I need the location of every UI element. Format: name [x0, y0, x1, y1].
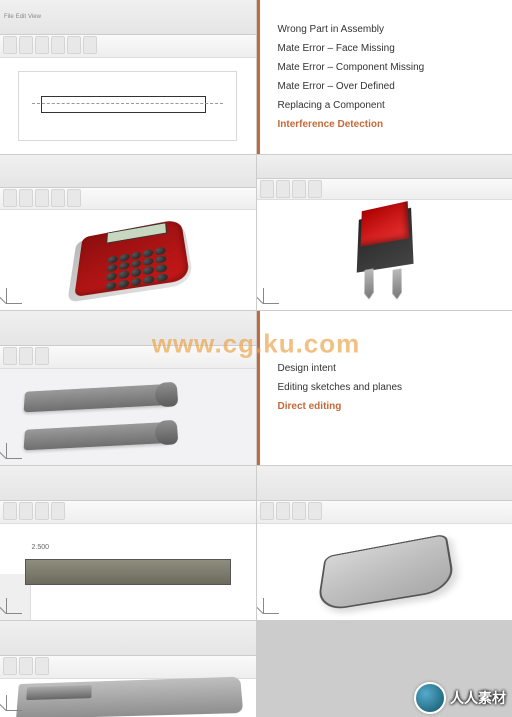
lid-model: [316, 534, 456, 613]
switch-rocker: [361, 201, 410, 247]
switch-terminal: [365, 268, 374, 300]
panel-lid: [257, 466, 512, 620]
ribbon-button[interactable]: [260, 502, 274, 520]
ribbon[interactable]: [0, 501, 256, 524]
slide-line: Design intent: [278, 363, 501, 374]
ribbon-button[interactable]: [3, 502, 17, 520]
ribbon-button[interactable]: [51, 36, 65, 54]
ribbon[interactable]: [257, 501, 512, 524]
slide-line: Wrong Part in Assembly: [278, 24, 501, 35]
ribbon-button[interactable]: [292, 180, 306, 198]
ribbon-button[interactable]: [292, 502, 306, 520]
drawing-sheet: [18, 71, 237, 140]
ribbon-button[interactable]: [19, 36, 33, 54]
ribbon[interactable]: [0, 35, 256, 58]
slide-line: Mate Error – Over Defined: [278, 81, 501, 92]
footer-logo: 人人素材: [414, 682, 506, 714]
ribbon-button[interactable]: [260, 180, 274, 198]
switch-terminal: [393, 268, 402, 300]
ribbon[interactable]: [257, 179, 512, 200]
ribbon-button[interactable]: [35, 502, 49, 520]
ribbon-button[interactable]: [19, 347, 33, 365]
panel-straps: [0, 311, 256, 465]
menu-bar[interactable]: [0, 621, 256, 656]
menu-file[interactable]: File: [4, 14, 14, 20]
menu-bar[interactable]: [257, 466, 512, 501]
calculator-model: [63, 210, 193, 310]
ribbon-button[interactable]: [35, 36, 49, 54]
triad-icon: [263, 284, 283, 304]
strap-model: [23, 386, 180, 410]
panel-slide-designintent: Design intent Editing sketches and plane…: [257, 311, 512, 465]
slide-line: Mate Error – Face Missing: [278, 43, 501, 54]
ribbon-button[interactable]: [35, 347, 49, 365]
viewport[interactable]: [257, 524, 512, 620]
ribbon-button[interactable]: [3, 189, 17, 207]
menu-bar[interactable]: [0, 466, 256, 501]
ribbon-button[interactable]: [3, 36, 17, 54]
slide-line-active: Direct editing: [278, 401, 501, 412]
ribbon[interactable]: [0, 346, 256, 369]
ribbon-button[interactable]: [19, 189, 33, 207]
strap-pair: [23, 386, 233, 448]
rocker-switch-model: [324, 200, 444, 310]
ribbon-button[interactable]: [51, 502, 65, 520]
panel-switch: [257, 155, 512, 309]
ribbon[interactable]: [0, 656, 256, 679]
panel-tool: [0, 621, 256, 717]
ribbon-button[interactable]: [83, 36, 97, 54]
ribbon-button[interactable]: [3, 657, 17, 675]
triad-icon: [263, 594, 283, 614]
slide-line: Editing sketches and planes: [278, 382, 501, 393]
ribbon-button[interactable]: [308, 502, 322, 520]
tool-model: [16, 677, 243, 717]
viewport[interactable]: 2.500: [0, 524, 256, 620]
ribbon-button[interactable]: [3, 347, 17, 365]
ribbon-button[interactable]: [19, 502, 33, 520]
viewport[interactable]: [0, 58, 256, 154]
triad-icon: [6, 284, 26, 304]
ribbon-button[interactable]: [35, 189, 49, 207]
panel-calculator: [0, 155, 256, 309]
menu-bar[interactable]: [0, 311, 256, 346]
logo-text: 人人素材: [450, 688, 506, 708]
drawing-profile: [41, 96, 206, 113]
ribbon-button[interactable]: [19, 657, 33, 675]
menu-bar[interactable]: [257, 155, 512, 178]
slide-line-active: Interference Detection: [278, 119, 501, 130]
viewport[interactable]: [0, 210, 256, 310]
logo-badge-icon: [414, 682, 446, 714]
ribbon-button[interactable]: [276, 180, 290, 198]
panel-slide-mateerrors: Wrong Part in Assembly Mate Error – Face…: [257, 0, 512, 154]
centerline: [32, 103, 223, 104]
bar-model: 2.500: [25, 559, 231, 585]
ribbon-button[interactable]: [276, 502, 290, 520]
ribbon-button[interactable]: [67, 189, 81, 207]
menu-view[interactable]: View: [28, 14, 41, 20]
ribbon[interactable]: [0, 188, 256, 210]
ribbon-button[interactable]: [51, 189, 65, 207]
panel-bar: 2.500: [0, 466, 256, 620]
ribbon-button[interactable]: [67, 36, 81, 54]
triad-icon: [6, 439, 26, 459]
triad-icon: [6, 594, 26, 614]
viewport[interactable]: [0, 369, 256, 465]
slide-notes: [261, 4, 509, 8]
triad-icon: [6, 691, 26, 711]
menu-bar[interactable]: [0, 155, 256, 188]
slide-line: Replacing a Component: [278, 100, 501, 111]
strap-model: [23, 424, 180, 448]
panel-drawing: File Edit View: [0, 0, 256, 154]
viewport[interactable]: [0, 679, 256, 717]
menu-edit[interactable]: Edit: [16, 14, 26, 20]
viewport[interactable]: [257, 200, 512, 310]
ribbon-button[interactable]: [308, 180, 322, 198]
menu-bar[interactable]: File Edit View: [0, 0, 256, 35]
dimension-label: 2.500: [32, 544, 50, 551]
ribbon-button[interactable]: [35, 657, 49, 675]
slide-line: Mate Error – Component Missing: [278, 62, 501, 73]
